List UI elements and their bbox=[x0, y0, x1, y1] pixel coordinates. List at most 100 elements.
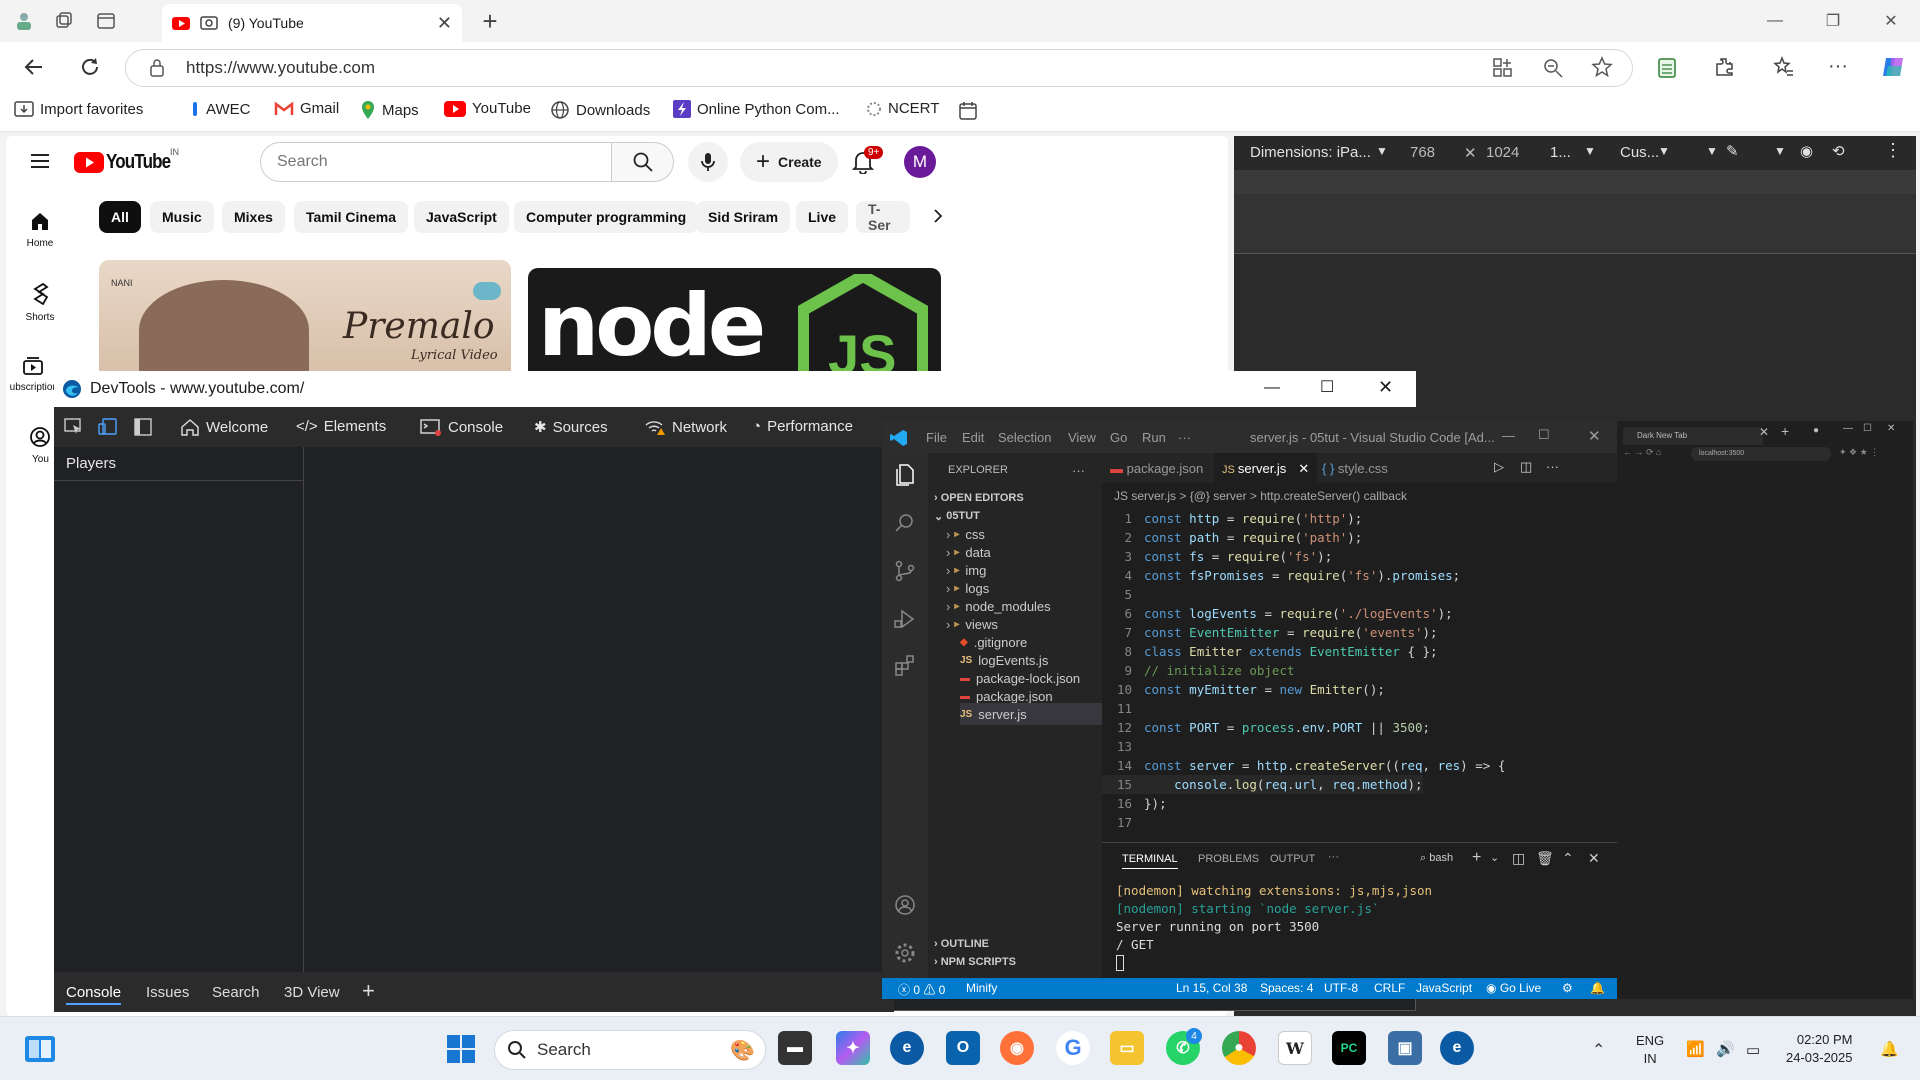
split-terminal-icon[interactable]: ◫ bbox=[1512, 850, 1525, 867]
menu-go[interactable]: Go bbox=[1110, 430, 1127, 445]
copilot-icon[interactable] bbox=[1880, 54, 1906, 80]
taskbar-file-explorer-icon[interactable]: ▭ bbox=[1110, 1031, 1144, 1065]
source-control-icon[interactable] bbox=[893, 559, 917, 583]
taskbar-edge-devtools-icon[interactable]: e bbox=[1440, 1031, 1474, 1065]
tab-performance[interactable]: ◔ Performance bbox=[752, 418, 853, 435]
explorer-icon[interactable] bbox=[893, 463, 917, 487]
chevron-right-icon[interactable] bbox=[928, 206, 948, 226]
throttle-select[interactable]: Cus... bbox=[1620, 144, 1659, 161]
mini-toolbar-icons[interactable]: ✦ ❖ ★ ⋮ bbox=[1839, 447, 1879, 458]
fav-maps[interactable]: Maps bbox=[360, 100, 419, 120]
tab-console[interactable]: Console bbox=[420, 418, 503, 436]
mini-new-tab-icon[interactable]: + bbox=[1781, 423, 1789, 439]
minimize-icon[interactable]: — bbox=[1752, 6, 1798, 36]
mini-close-tab-icon[interactable]: ✕ bbox=[1759, 425, 1769, 439]
volume-icon[interactable]: 🔊 bbox=[1716, 1040, 1735, 1058]
close-icon[interactable]: ✕ bbox=[1588, 427, 1601, 445]
code-editor[interactable]: ▬ package.json JS server.js ✕ { } style.c… bbox=[1102, 453, 1617, 842]
code-line[interactable]: 13 bbox=[1102, 737, 1144, 756]
code-line[interactable]: 9// initialize object bbox=[1102, 661, 1294, 680]
taskbar-google-icon[interactable]: G bbox=[1056, 1031, 1090, 1065]
chip-all[interactable]: All bbox=[99, 201, 141, 233]
code-line[interactable]: 11 bbox=[1102, 699, 1144, 718]
more-icon[interactable]: ··· bbox=[1828, 55, 1848, 78]
width-input[interactable]: 768 bbox=[1410, 144, 1435, 161]
mini-minimize-icon[interactable]: — bbox=[1843, 423, 1853, 434]
favorites-icon[interactable] bbox=[1773, 56, 1795, 78]
cursor-position[interactable]: Ln 15, Col 38 bbox=[1176, 981, 1247, 995]
search-icon[interactable] bbox=[893, 511, 917, 535]
code-line[interactable]: 1 const http = require('http'); bbox=[1102, 509, 1362, 528]
open-preview-icon[interactable]: ▷ bbox=[1494, 459, 1504, 475]
chip-music[interactable]: Music bbox=[150, 201, 214, 233]
taskbar-pycharm-icon[interactable]: PC bbox=[1332, 1031, 1366, 1065]
fav-online-python[interactable]: Online Python Com... bbox=[673, 100, 840, 118]
tab-welcome[interactable]: Welcome bbox=[180, 418, 268, 436]
taskbar-wikipedia-icon[interactable]: W bbox=[1278, 1031, 1312, 1065]
npm-scripts-section[interactable]: › NPM SCRIPTS bbox=[934, 951, 1016, 973]
tab-sources[interactable]: ✱ Sources bbox=[534, 418, 608, 437]
sidebar-item-subscriptions[interactable]: Subscriptions bbox=[10, 354, 56, 393]
battery-icon[interactable]: ▭ bbox=[1746, 1041, 1760, 1059]
chevron-down-icon[interactable]: ⌄ bbox=[1490, 851, 1499, 864]
notifications-bell-icon[interactable]: 🔔 bbox=[1590, 981, 1605, 995]
extension-sheets-icon[interactable] bbox=[1656, 57, 1678, 79]
new-tab-icon[interactable]: + bbox=[478, 6, 502, 36]
close-window-icon[interactable]: ✕ bbox=[1868, 6, 1914, 36]
more-options-icon[interactable]: ⋮ bbox=[1884, 140, 1902, 161]
profile-icon[interactable] bbox=[12, 9, 36, 33]
code-line[interactable]: 16}); bbox=[1102, 794, 1167, 813]
breadcrumb[interactable]: JS server.js > {@} server > http.createS… bbox=[1114, 489, 1407, 503]
run-debug-icon[interactable] bbox=[893, 607, 917, 631]
split-editor-icon[interactable]: ◫ bbox=[1520, 459, 1532, 475]
mini-maximize-icon[interactable]: ☐ bbox=[1863, 423, 1872, 434]
rotate-icon[interactable]: ⟲ bbox=[1832, 142, 1845, 160]
create-button[interactable]: + Create bbox=[740, 142, 838, 182]
explorer-more-icon[interactable]: ··· bbox=[1072, 459, 1085, 481]
eye-icon[interactable]: ◉ bbox=[1800, 142, 1813, 160]
chip-t-series[interactable]: T-Ser bbox=[856, 201, 910, 233]
favorite-star-icon[interactable] bbox=[1591, 56, 1613, 78]
minimize-icon[interactable]: — bbox=[1502, 428, 1515, 443]
taskbar-remote-desktop-icon[interactable]: ▣ bbox=[1388, 1031, 1422, 1065]
minify-button[interactable]: Minify bbox=[966, 981, 997, 995]
chip-javascript[interactable]: JavaScript bbox=[414, 201, 509, 233]
terminal-shell-label[interactable]: ⌕ bash bbox=[1420, 852, 1453, 865]
code-line[interactable]: 17 bbox=[1102, 813, 1144, 832]
accounts-icon[interactable] bbox=[893, 893, 917, 917]
editor-more-icon[interactable]: ··· bbox=[1546, 459, 1559, 474]
maximize-icon[interactable]: ☐ bbox=[1538, 427, 1550, 443]
close-panel-icon[interactable]: ✕ bbox=[1588, 850, 1600, 867]
chip-sid-sriram[interactable]: Sid Sriram bbox=[696, 201, 791, 233]
menu-selection[interactable]: Selection bbox=[998, 430, 1051, 445]
sidebar-item-home[interactable]: Home bbox=[10, 210, 70, 249]
code-line[interactable]: 8 class Emitter extends EventEmitter { }; bbox=[1102, 642, 1437, 661]
indentation[interactable]: Spaces: 4 bbox=[1260, 981, 1313, 995]
add-tab-icon[interactable]: + bbox=[362, 978, 375, 1004]
clock[interactable]: 02:20 PM 24-03-2025 bbox=[1786, 1031, 1853, 1067]
video-thumbnail-nodejs[interactable]: node JS bbox=[528, 268, 941, 372]
chip-tamil-cinema[interactable]: Tamil Cinema bbox=[294, 201, 408, 233]
workspaces-icon[interactable] bbox=[52, 9, 76, 33]
mini-nav-icons[interactable]: ← → ⟳ ⌂ bbox=[1623, 447, 1661, 458]
fav-downloads[interactable]: Downloads bbox=[550, 100, 650, 120]
drawer-tab-search[interactable]: Search bbox=[212, 984, 260, 1001]
taskbar-outlook-icon[interactable]: O bbox=[946, 1031, 980, 1065]
chip-computer-programming[interactable]: Computer programming bbox=[514, 201, 699, 233]
encoding[interactable]: UTF-8 bbox=[1324, 981, 1358, 995]
media-playing-icon[interactable] bbox=[200, 16, 218, 30]
drawer-tab-3d-view[interactable]: 3D View bbox=[284, 984, 340, 1001]
dimensions-select[interactable]: Dimensions: iPa... bbox=[1250, 144, 1371, 161]
show-hidden-icons[interactable]: ⌃ bbox=[1592, 1040, 1605, 1060]
youtube-search-input[interactable]: Search bbox=[260, 142, 612, 182]
youtube-logo[interactable]: YouTube bbox=[74, 151, 182, 174]
code-line[interactable]: 7 const EventEmitter = require('events'); bbox=[1102, 623, 1437, 642]
panel-tab-output[interactable]: OUTPUT bbox=[1270, 853, 1315, 865]
editor-tab-package-json[interactable]: ▬ package.json bbox=[1110, 461, 1203, 476]
trash-icon[interactable]: 🗑 bbox=[1536, 850, 1554, 867]
mini-address-bar[interactable]: localhost:3500 bbox=[1691, 447, 1831, 461]
editor-tab-style-css[interactable]: { } style.css bbox=[1322, 461, 1388, 476]
maximize-icon[interactable]: ☐ bbox=[1320, 377, 1334, 397]
tab-actions-icon[interactable] bbox=[94, 9, 118, 33]
notification-center-icon[interactable]: 🔔 bbox=[1880, 1040, 1899, 1058]
